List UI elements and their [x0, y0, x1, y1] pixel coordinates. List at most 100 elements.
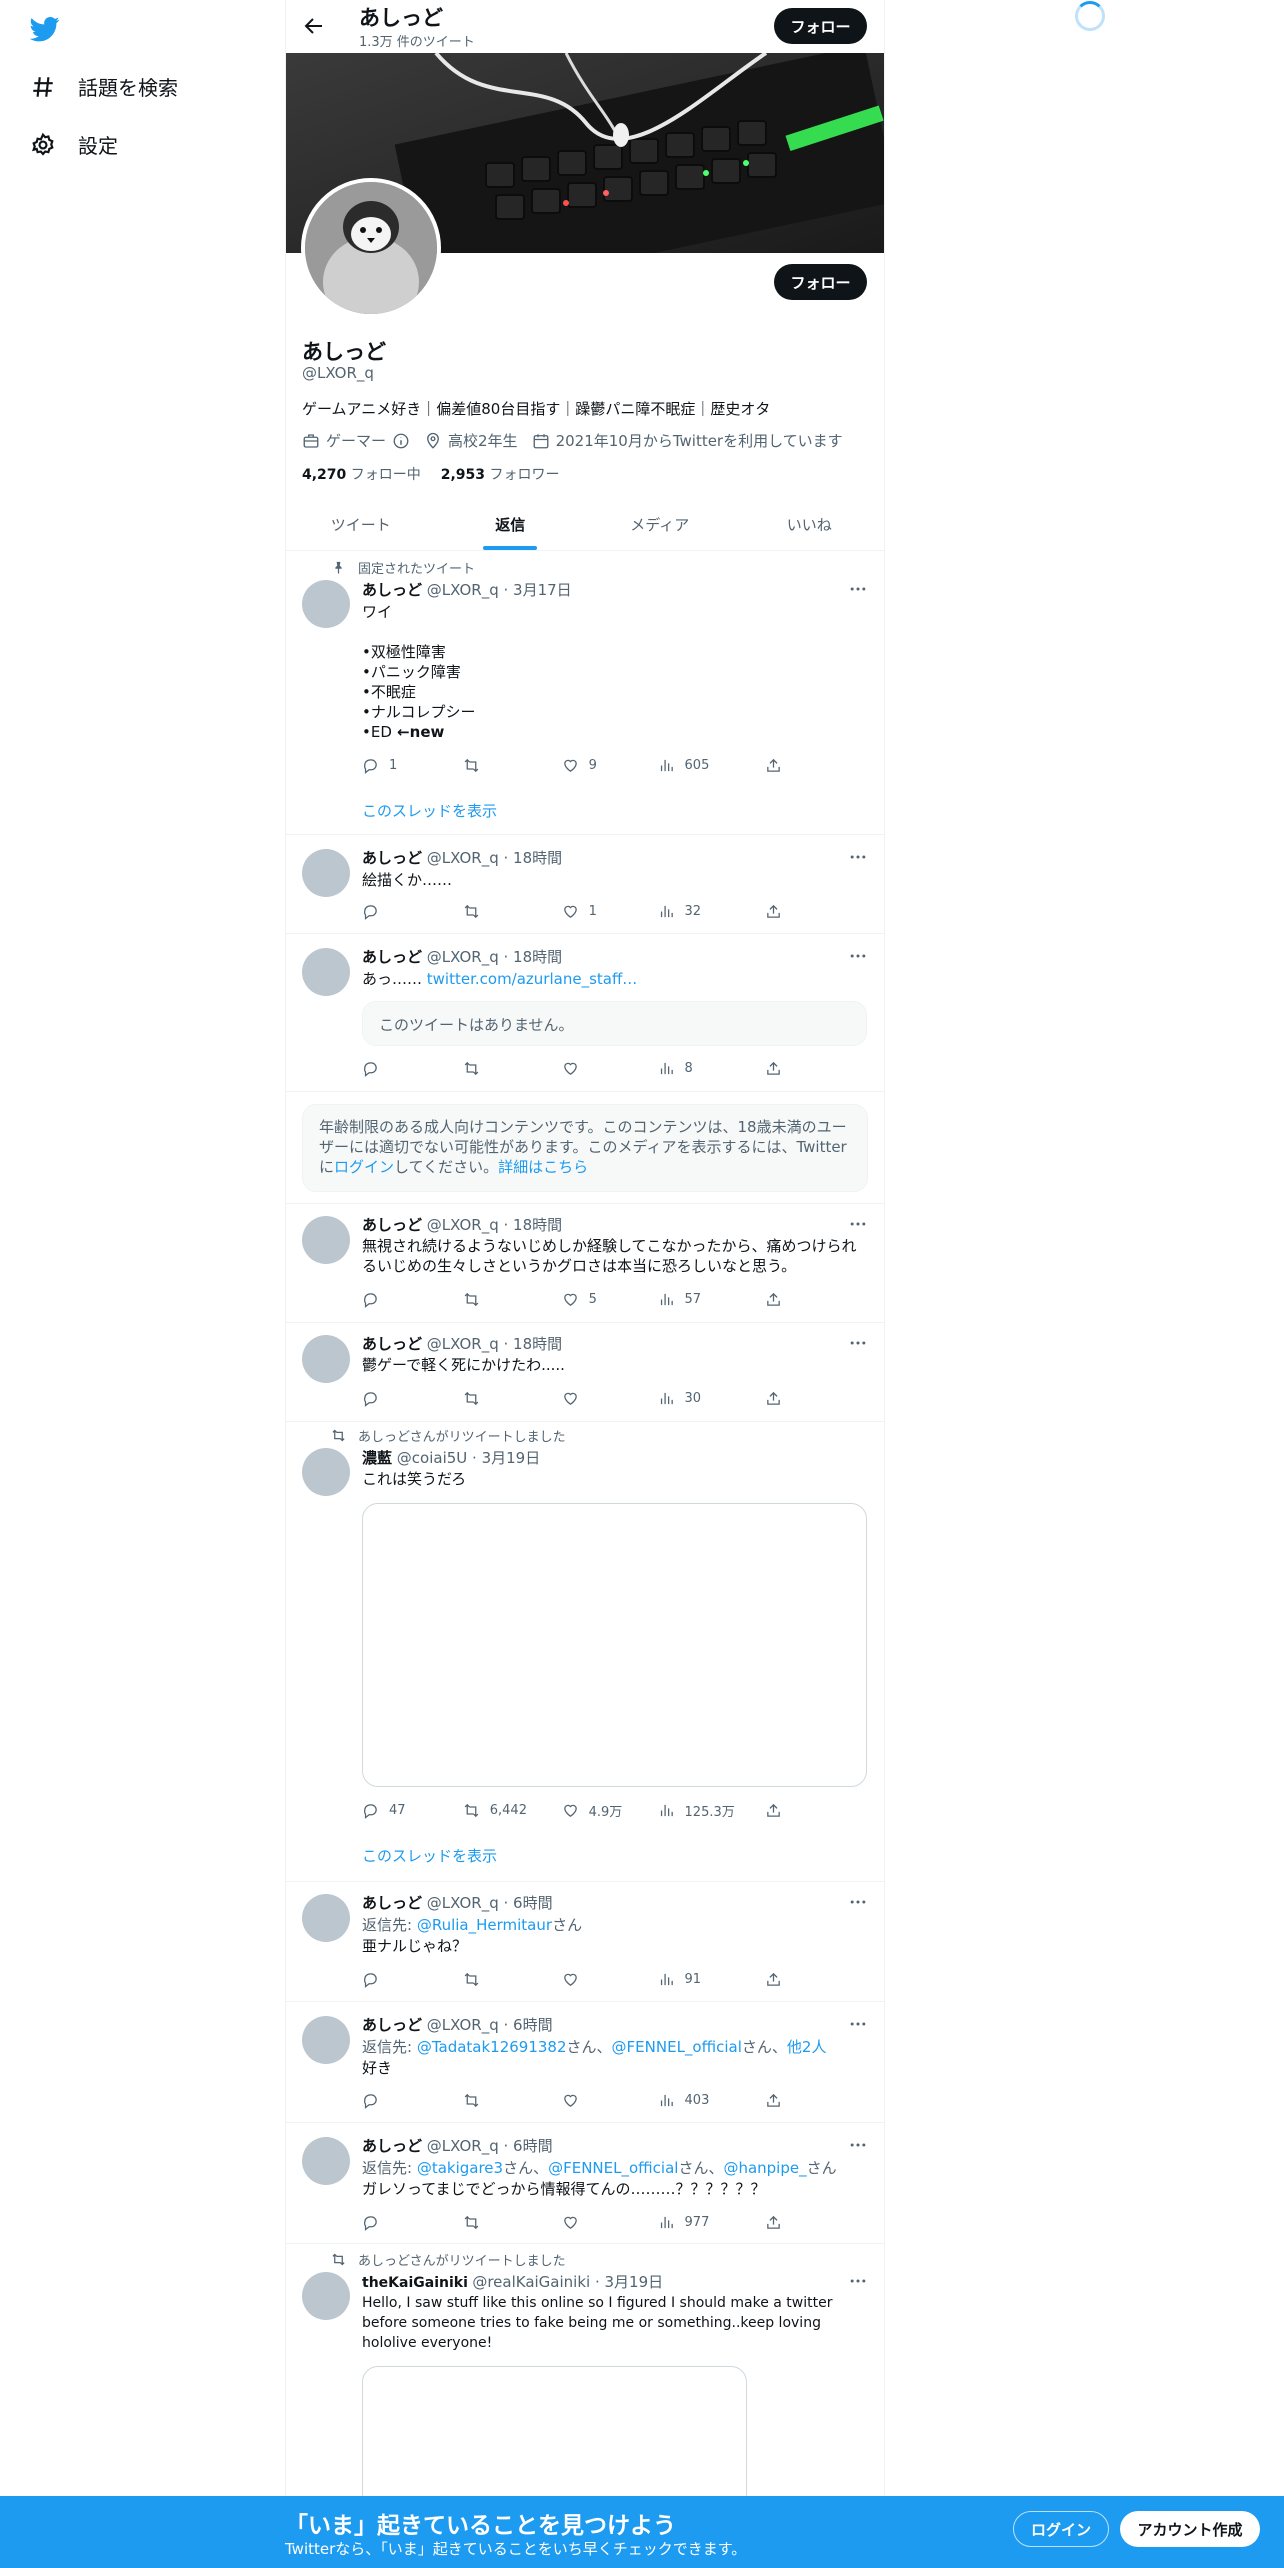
author-handle[interactable]: @realKaiGainiki [472, 2273, 590, 2291]
reply-button[interactable]: 47 [362, 1800, 463, 1820]
share-button[interactable] [765, 1388, 782, 1408]
more-icon[interactable] [848, 946, 868, 966]
avatar[interactable] [302, 2137, 350, 2185]
retweet-button[interactable] [463, 901, 562, 921]
profile-avatar[interactable] [301, 178, 441, 318]
views-button[interactable]: 605 [658, 755, 765, 775]
tab-tweets[interactable]: ツイート [286, 498, 436, 550]
reply-button[interactable] [362, 1289, 463, 1309]
tweet-pinned[interactable]: 固定されたツイート あしっど @LXOR_q · 3月17日 ワイ •双極性障害… [286, 552, 884, 835]
like-button[interactable] [562, 1388, 658, 1408]
like-button[interactable] [562, 1058, 658, 1078]
tweet[interactable]: あしっど @LXOR_q · 18時間 無視され続けるようないじめしか経験してこ… [286, 1204, 884, 1323]
views-button[interactable]: 403 [658, 2090, 765, 2110]
author-name[interactable]: あしっど [362, 1894, 422, 1912]
tweet-reply[interactable]: あしっど @LXOR_q · 6時間 返信先: @takigare3さん、@FE… [286, 2123, 884, 2244]
reply-button[interactable]: 1 [362, 755, 463, 775]
views-button[interactable]: 125.3万 [658, 1800, 765, 1820]
more-icon[interactable] [848, 2271, 868, 2291]
avatar[interactable] [302, 2272, 350, 2320]
tab-replies[interactable]: 返信 [436, 498, 586, 550]
tweet[interactable]: あしっど @LXOR_q · 18時間 鬱ゲーで軽く死にかけたわ..... 30 [286, 1323, 884, 1422]
reply-button[interactable] [362, 1969, 463, 1989]
back-arrow-icon[interactable] [302, 14, 326, 38]
author-name[interactable]: あしっど [362, 948, 422, 966]
avatar[interactable] [302, 1335, 350, 1383]
info-icon[interactable] [392, 432, 410, 450]
author-name[interactable]: あしっど [362, 581, 422, 599]
views-button[interactable]: 977 [658, 2212, 765, 2232]
mention-link[interactable]: @takigare3 [417, 2159, 503, 2177]
tweet-time[interactable]: · 6時間 [499, 2137, 553, 2155]
avatar[interactable] [302, 849, 350, 897]
views-button[interactable]: 32 [658, 901, 765, 921]
like-button[interactable]: 9 [562, 755, 658, 775]
more-icon[interactable] [848, 2135, 868, 2155]
like-button[interactable]: 5 [562, 1289, 658, 1309]
views-button[interactable]: 30 [658, 1388, 765, 1408]
author-name[interactable]: あしっど [362, 1335, 422, 1353]
avatar[interactable] [302, 948, 350, 996]
tab-likes[interactable]: いいね [735, 498, 885, 550]
twitter-logo-icon[interactable] [28, 14, 62, 44]
followers-link[interactable]: 2,953 フォロワー [441, 464, 560, 484]
mention-others-link[interactable]: 他2人 [787, 2038, 827, 2056]
author-name[interactable]: 濃藍 [362, 1449, 392, 1467]
retweet-button[interactable] [463, 755, 562, 775]
views-button[interactable]: 91 [658, 1969, 765, 1989]
author-handle[interactable]: @LXOR_q [427, 948, 499, 966]
header-follow-button[interactable]: フォロー [774, 8, 867, 44]
retweet-button[interactable]: 6,442 [463, 1800, 562, 1820]
author-handle[interactable]: @LXOR_q [427, 1216, 499, 1234]
nav-settings[interactable]: 設定 [30, 130, 118, 159]
reply-button[interactable] [362, 1388, 463, 1408]
like-button[interactable] [562, 2090, 658, 2110]
signup-button[interactable]: アカウント作成 [1120, 2511, 1260, 2547]
avatar[interactable] [302, 2016, 350, 2064]
share-button[interactable] [765, 755, 782, 775]
author-name[interactable]: あしっど [362, 2016, 422, 2034]
views-button[interactable]: 57 [658, 1289, 765, 1309]
avatar[interactable] [302, 580, 350, 628]
mention-link[interactable]: @Rulia_Hermitaur [417, 1916, 552, 1934]
tweet-time[interactable]: · 3月19日 [590, 2273, 663, 2291]
retweet-button[interactable] [463, 1058, 562, 1078]
reply-button[interactable] [362, 1058, 463, 1078]
tweet-time[interactable]: · 18時間 [499, 849, 563, 867]
tweet-time[interactable]: · 6時間 [499, 2016, 553, 2034]
tweet-media[interactable] [362, 1503, 867, 1787]
reply-button[interactable] [362, 901, 463, 921]
share-button[interactable] [765, 2212, 782, 2232]
more-icon[interactable] [848, 847, 868, 867]
retweet-button[interactable] [463, 2090, 562, 2110]
share-button[interactable] [765, 901, 782, 921]
tab-media[interactable]: メディア [585, 498, 735, 550]
share-button[interactable] [765, 1969, 782, 1989]
retweet-button[interactable] [463, 1388, 562, 1408]
tweet-time[interactable]: · 6時間 [499, 1894, 553, 1912]
like-button[interactable]: 4.9万 [562, 1800, 658, 1820]
author-name[interactable]: あしっど [362, 849, 422, 867]
tweet[interactable]: あしっど @LXOR_q · 18時間 絵描くか…… 1 32 [286, 835, 884, 934]
login-button[interactable]: ログイン [1013, 2511, 1109, 2547]
mention-link[interactable]: @Tadatak12691382 [417, 2038, 567, 2056]
avatar[interactable] [302, 1216, 350, 1264]
avatar[interactable] [302, 1894, 350, 1942]
details-link[interactable]: 詳細はこちら [498, 1158, 588, 1176]
like-button[interactable]: 1 [562, 901, 658, 921]
like-button[interactable] [562, 1969, 658, 1989]
mention-link[interactable]: @FENNEL_official [548, 2159, 678, 2177]
author-handle[interactable]: @LXOR_q [427, 1335, 499, 1353]
tweet-reply[interactable]: あしっど @LXOR_q · 6時間 返信先: @Rulia_Hermitaur… [286, 1882, 884, 2002]
tweet-link[interactable]: twitter.com/azurlane_staff… [427, 970, 638, 988]
reply-button[interactable] [362, 2212, 463, 2232]
retweet-button[interactable] [463, 1969, 562, 1989]
tweet-time[interactable]: · 18時間 [499, 1216, 563, 1234]
author-handle[interactable]: @LXOR_q [427, 2137, 499, 2155]
author-name[interactable]: あしっど [362, 1216, 422, 1234]
nav-explore[interactable]: 話題を検索 [30, 72, 178, 101]
mention-link[interactable]: @hanpipe_ [723, 2159, 806, 2177]
share-button[interactable] [765, 1058, 782, 1078]
more-icon[interactable] [848, 579, 868, 599]
tweet[interactable]: あしっど @LXOR_q · 18時間 あっ…… twitter.com/azu… [286, 934, 884, 1092]
